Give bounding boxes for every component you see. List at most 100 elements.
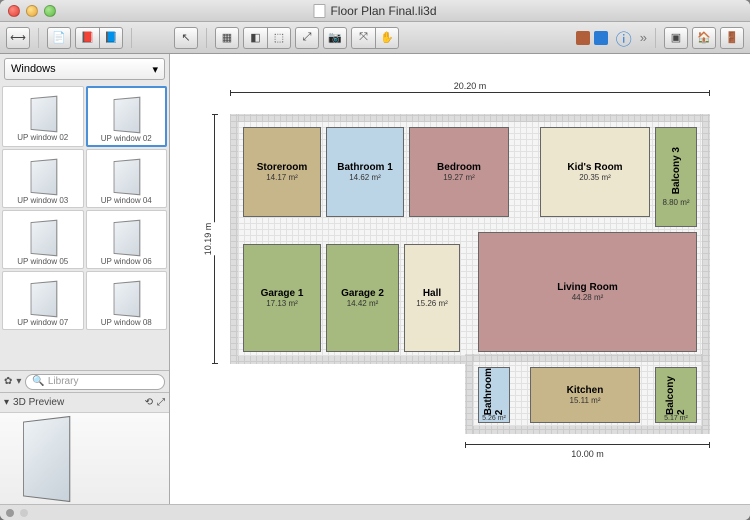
toolbar: ⟷ 📄 📕 📘 ↖ ▦ ◧ ⬚ ⤢ 📷 ⤧ ✋ ⓘ » ▣ 🏠 🚪 — [0, 22, 750, 54]
library-item-label: UP window 02 — [101, 134, 152, 143]
walls-icon: ▦ — [222, 31, 232, 44]
toggle-sidebar-button[interactable]: ▣ — [664, 27, 688, 49]
minimize-button[interactable] — [26, 5, 38, 17]
preview-title: 3D Preview — [13, 397, 64, 408]
book-icon: 📕 — [81, 31, 95, 44]
library-item[interactable]: UP window 05 — [2, 210, 84, 269]
window-title: Floor Plan Final.li3d — [313, 4, 436, 18]
room-area: 20.35 m² — [579, 173, 611, 182]
objects-icon: ⬚ — [274, 31, 284, 44]
home-button[interactable]: 🏠 — [692, 27, 716, 49]
room-kitchen[interactable]: Kitchen 15.11 m² — [530, 367, 640, 423]
room-storeroom[interactable]: Storeroom 14.17 m² — [243, 127, 321, 217]
library-item[interactable]: UP window 08 — [86, 271, 168, 330]
preview-object[interactable] — [23, 415, 70, 501]
view-group: 📕 📘 — [75, 27, 123, 49]
canvas[interactable]: 20.20 m 10.19 m 10.00 m Storeroom 14.17 … — [170, 54, 750, 504]
room-name: Garage 2 — [341, 288, 384, 299]
home-icon: 🏠 — [697, 31, 711, 44]
panel-icon: ▣ — [671, 31, 681, 44]
room-balcony-2[interactable]: Balcony 2 5.17 m² — [655, 367, 697, 423]
zoom-button[interactable] — [44, 5, 56, 17]
library-item-label: UP window 08 — [101, 318, 152, 327]
category-dropdown[interactable]: Windows ▾ — [4, 58, 165, 80]
library-item[interactable]: UP window 07 — [2, 271, 84, 330]
walls-tool[interactable]: ▦ — [215, 27, 239, 49]
library-item[interactable]: UP window 03 — [2, 149, 84, 208]
arrows-icon: ⟷ — [10, 31, 26, 44]
close-button[interactable] — [8, 5, 20, 17]
room-area: 19.27 m² — [443, 173, 475, 182]
library-item-label: UP window 06 — [101, 257, 152, 266]
floor-plan: 20.20 m 10.19 m 10.00 m Storeroom 14.17 … — [210, 84, 750, 464]
library-item-label: UP window 03 — [17, 196, 68, 205]
gear-icon[interactable]: ✿ — [4, 376, 12, 387]
color-swatch-2[interactable] — [594, 31, 608, 45]
measure-tool[interactable]: ⤢ — [295, 27, 319, 49]
color-swatch-1[interactable] — [576, 31, 590, 45]
view-2d-button[interactable]: 📄 — [47, 27, 71, 49]
chevron-down-icon: ▾ — [152, 63, 158, 76]
library-item[interactable]: UP window 04 — [86, 149, 168, 208]
room-area: 14.17 m² — [266, 173, 298, 182]
room-name: Hall — [423, 288, 441, 299]
room-hall[interactable]: Hall 15.26 m² — [404, 244, 460, 352]
search-icon: 🔍 — [32, 376, 44, 387]
pan-tool[interactable]: ✋ — [375, 27, 399, 49]
more-icon[interactable]: » — [640, 30, 647, 45]
zoom-tool[interactable]: ⤧ — [351, 27, 375, 49]
door-button[interactable]: 🚪 — [720, 27, 744, 49]
document-name: Floor Plan Final.li3d — [330, 4, 436, 18]
room-balcony-3[interactable]: Balcony 3 8.80 m² — [655, 127, 697, 227]
separator — [206, 28, 207, 48]
library-item[interactable]: UP window 06 — [86, 210, 168, 269]
help-button[interactable]: ⓘ — [612, 27, 636, 49]
library-item[interactable]: UP window 02 — [86, 86, 168, 147]
room-area: 17.13 m² — [266, 299, 298, 308]
room-name: Living Room — [557, 282, 618, 293]
chevron-down-icon[interactable]: ▾ — [16, 376, 21, 387]
room-kids-room[interactable]: Kid's Room 20.35 m² — [540, 127, 650, 217]
body: Windows ▾ UP window 02 UP window 02 UP w… — [0, 54, 750, 504]
dimension-left: 10.19 m — [214, 114, 215, 364]
room-area: 15.11 m² — [570, 396, 601, 405]
room-area: 14.42 m² — [347, 299, 379, 308]
pointer-tool[interactable]: ↖ — [174, 27, 198, 49]
camera-tool[interactable]: 📷 — [323, 27, 347, 49]
search-placeholder: Library — [48, 376, 79, 387]
expand-icon[interactable]: ⤢ — [157, 397, 165, 408]
status-indicator — [6, 509, 14, 517]
preview-pane — [0, 412, 169, 504]
library-item-label: UP window 04 — [101, 196, 152, 205]
camera-icon: 📷 — [328, 31, 342, 44]
room-bathroom-1[interactable]: Bathroom 1 14.62 m² — [326, 127, 404, 217]
dimension-bottom: 10.00 m — [465, 444, 710, 445]
build-group: ◧ ⬚ — [243, 27, 291, 49]
library-item-label: UP window 07 — [17, 318, 68, 327]
room-bedroom[interactable]: Bedroom 19.27 m² — [409, 127, 509, 217]
library-grid: UP window 02 UP window 02 UP window 03 U… — [0, 84, 169, 370]
book2-icon: 📘 — [104, 31, 118, 44]
dimension-label: 10.19 m — [201, 223, 215, 256]
view-3d-button[interactable]: 📕 — [75, 27, 99, 49]
library-search[interactable]: 🔍 Library — [25, 374, 165, 390]
nav-group: ⤧ ✋ — [351, 27, 399, 49]
room-garage-2[interactable]: Garage 2 14.42 m² — [326, 244, 399, 352]
room-garage-1[interactable]: Garage 1 17.13 m² — [243, 244, 321, 352]
disclosure-icon[interactable]: ▾ — [4, 397, 9, 408]
separator — [131, 28, 132, 48]
dimension-label: 10.00 m — [569, 449, 606, 459]
objects-tool[interactable]: ⬚ — [267, 27, 291, 49]
hand-icon: ✋ — [380, 31, 394, 44]
room-bathroom-2[interactable]: Bathroom 2 5.26 m² — [478, 367, 510, 423]
room-living-room[interactable]: Living Room 44.28 m² — [478, 232, 697, 352]
rooms-tool[interactable]: ◧ — [243, 27, 267, 49]
refresh-icon[interactable]: ⟲ — [145, 397, 153, 408]
door-icon: 🚪 — [725, 31, 739, 44]
library-item[interactable]: UP window 02 — [2, 86, 84, 147]
room-area: 44.28 m² — [572, 293, 604, 302]
nav-back-forward[interactable]: ⟷ — [6, 27, 30, 49]
view-split-button[interactable]: 📘 — [99, 27, 123, 49]
sidebar: Windows ▾ UP window 02 UP window 02 UP w… — [0, 54, 170, 504]
preview-header: ▾ 3D Preview ⟲ ⤢ — [0, 392, 169, 412]
